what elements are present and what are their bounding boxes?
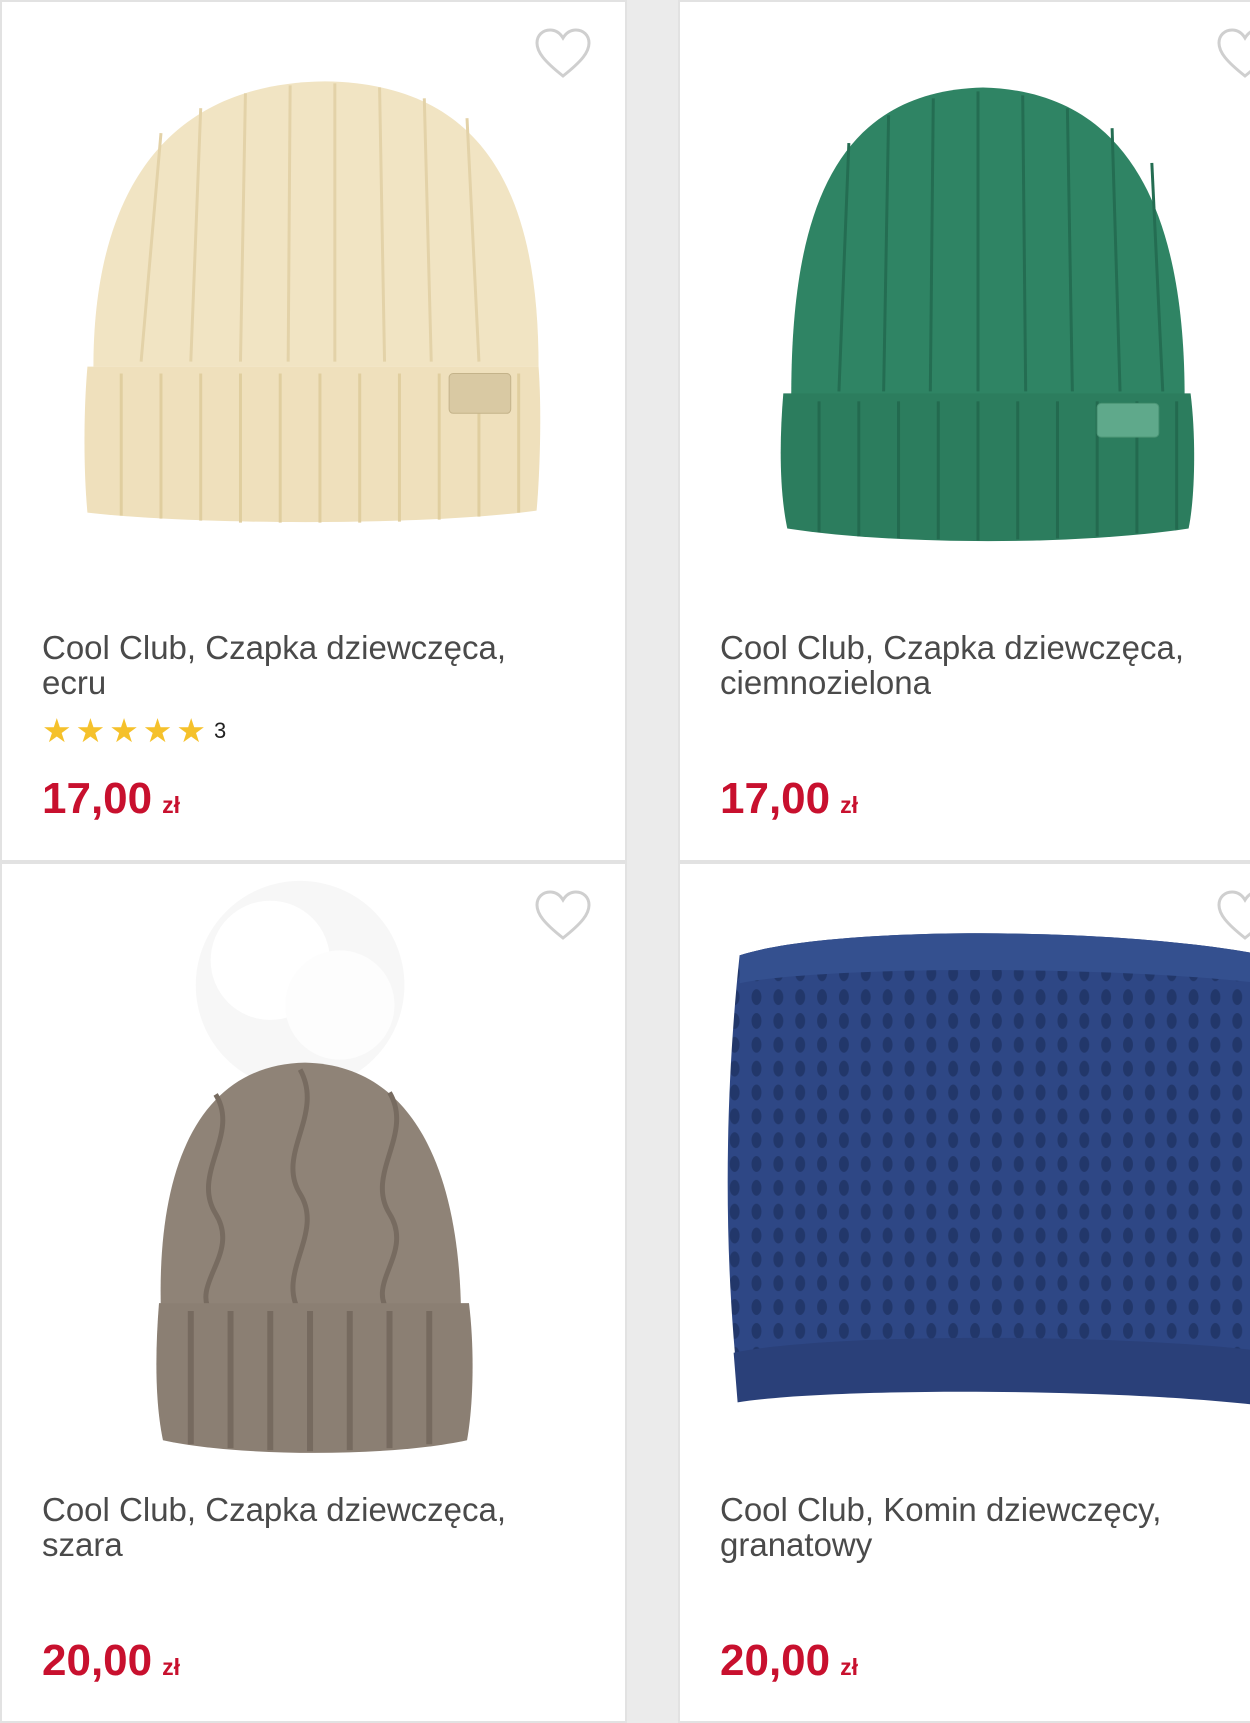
price-amount: 17,00	[42, 774, 153, 823]
heart-outline-icon[interactable]	[534, 28, 592, 80]
price-amount: 20,00	[720, 1636, 831, 1685]
product-title-line2[interactable]: granatowy	[720, 1527, 1220, 1562]
product-card[interactable]: Cool Club, Czapka dziewczęca, szara 20,0…	[0, 862, 627, 1723]
product-title[interactable]: Cool Club, Komin dziewczęcy, granatowy	[720, 1492, 1220, 1562]
product-title-line1[interactable]: Cool Club, Komin dziewczęcy,	[720, 1492, 1220, 1527]
price-currency: zł	[162, 792, 180, 818]
product-title[interactable]: Cool Club, Czapka dziewczęca, szara	[42, 1492, 542, 1562]
price-amount: 20,00	[42, 1636, 153, 1685]
product-price: 20,00 zł	[42, 1636, 180, 1686]
product-title-line1[interactable]: Cool Club, Czapka dziewczęca,	[720, 630, 1220, 665]
star-icon: ★	[142, 712, 173, 749]
rating-count: 3	[213, 718, 227, 743]
heart-outline-icon[interactable]	[1216, 28, 1250, 80]
product-price: 17,00 zł	[720, 774, 858, 824]
product-price: 17,00 zł	[42, 774, 180, 824]
product-card[interactable]: Cool Club, Komin dziewczęcy, granatowy 2…	[678, 862, 1250, 1723]
star-icon: ★	[42, 712, 72, 749]
product-title[interactable]: Cool Club, Czapka dziewczęca, ciemnoziel…	[720, 630, 1220, 700]
product-image-beanie-green[interactable]	[680, 2, 1250, 602]
heart-outline-icon[interactable]	[534, 890, 592, 942]
product-grid: Cool Club, Czapka dziewczęca, ecru ★ ★ ★…	[0, 0, 1250, 1723]
product-title-line2[interactable]: szara	[42, 1527, 542, 1562]
product-image-snood-navy[interactable]	[680, 864, 1250, 1464]
price-currency: zł	[840, 1654, 858, 1680]
product-title-line1[interactable]: Cool Club, Czapka dziewczęca,	[42, 1492, 542, 1527]
price-amount: 17,00	[720, 774, 831, 823]
product-title[interactable]: Cool Club, Czapka dziewczęca, ecru	[42, 630, 542, 700]
price-currency: zł	[840, 792, 858, 818]
star-icon: ★	[75, 712, 106, 749]
product-image-beanie-ecru[interactable]	[2, 2, 625, 602]
product-title-line2[interactable]: ciemnozielona	[720, 665, 1220, 700]
price-currency: zł	[162, 1654, 180, 1680]
product-card[interactable]: Cool Club, Czapka dziewczęca, ciemnoziel…	[678, 0, 1250, 862]
product-card[interactable]: Cool Club, Czapka dziewczęca, ecru ★ ★ ★…	[0, 0, 627, 862]
star-icon: ★	[109, 712, 139, 749]
product-rating: ★ ★ ★ ★ ★ 3	[42, 714, 226, 748]
product-price: 20,00 zł	[720, 1636, 858, 1686]
star-icon: ★	[176, 712, 206, 749]
product-title-line2[interactable]: ecru	[42, 665, 542, 700]
product-image-pompom-hat-grey[interactable]	[2, 864, 625, 1464]
heart-outline-icon[interactable]	[1216, 890, 1250, 942]
product-title-line1[interactable]: Cool Club, Czapka dziewczęca,	[42, 630, 542, 665]
